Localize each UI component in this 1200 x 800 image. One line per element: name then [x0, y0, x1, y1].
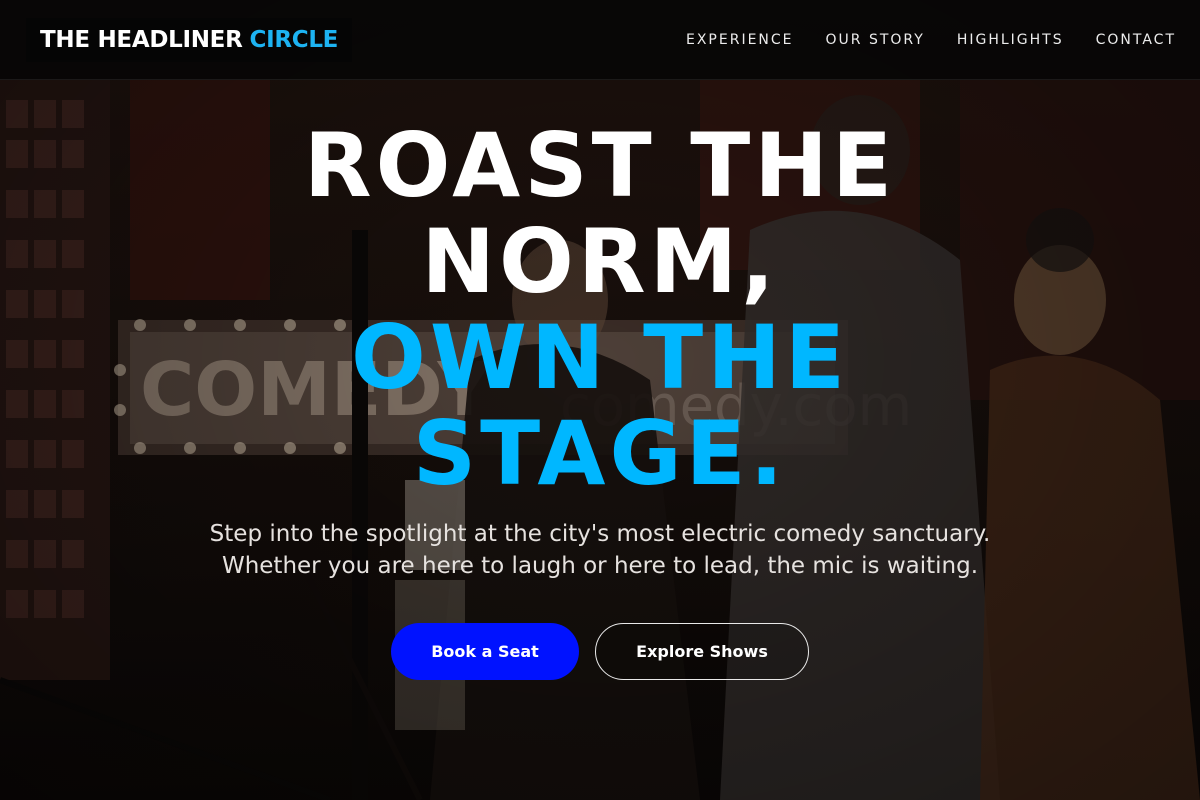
hero-subtitle-line-1: Step into the spotlight at the city's mo… [209, 521, 991, 547]
hero-headline-line-3: OWN THE [351, 306, 849, 409]
hero-subtitle: Step into the spotlight at the city's mo… [150, 518, 1050, 582]
nav-item-highlights[interactable]: HIGHLIGHTS [957, 32, 1064, 48]
explore-shows-button[interactable]: Explore Shows [595, 623, 809, 680]
book-seat-button[interactable]: Book a Seat [391, 623, 579, 680]
brand-name-primary: THE HEADLINER [40, 26, 243, 53]
hero-headline-line-1: ROAST THE [303, 114, 897, 217]
hero-headline-line-2: NORM, [421, 210, 779, 313]
hero-headline: ROAST THE NORM, OWN THE STAGE. [0, 118, 1200, 502]
top-navbar: THE HEADLINER CIRCLE EXPERIENCE OUR STOR… [0, 0, 1200, 80]
hero-subtitle-line-2: Whether you are here to laugh or here to… [221, 553, 979, 579]
nav-item-contact[interactable]: CONTACT [1096, 32, 1176, 48]
hero-headline-line-4: STAGE. [412, 402, 788, 505]
nav-item-experience[interactable]: EXPERIENCE [686, 32, 794, 48]
brand-logo[interactable]: THE HEADLINER CIRCLE [26, 17, 353, 62]
nav-item-our-story[interactable]: OUR STORY [826, 32, 925, 48]
hero-cta-group: Book a Seat Explore Shows [0, 623, 1200, 680]
primary-nav: EXPERIENCE OUR STORY HIGHLIGHTS CONTACT [654, 32, 1176, 48]
brand-name-accent: CIRCLE [249, 26, 339, 53]
